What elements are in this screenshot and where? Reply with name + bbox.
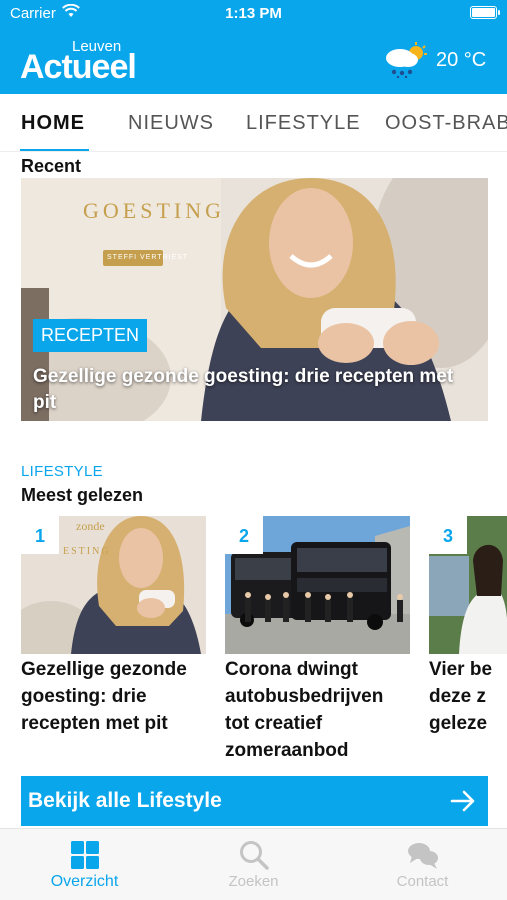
svg-text:ESTING: ESTING (63, 546, 111, 557)
category-badge: RECEPTEN (33, 319, 148, 352)
article-thumbnail: 2 (225, 516, 410, 654)
article-card[interactable]: 2 Corona dwingt autobusbedrijven tot cre… (225, 516, 410, 764)
view-all-lifestyle-button[interactable]: Bekijk alle Lifestyle (21, 776, 488, 826)
tab-home[interactable]: HOME (21, 112, 85, 135)
logo-brand: Actueel (20, 48, 137, 86)
cta-label: Bekijk alle Lifestyle (28, 789, 222, 812)
recent-heading: Recent (21, 156, 82, 176)
nav-zoeken[interactable]: Zoeken (169, 829, 338, 900)
category-tabs: HOME NIEUWS LIFESTYLE OOST-BRABANT (0, 94, 507, 152)
article-card[interactable]: zonde ESTING 1 Gezellige gezonde goestin… (21, 516, 206, 737)
battery-icon (470, 6, 500, 19)
rank-badge: 2 (225, 516, 263, 554)
bottom-tab-bar: Overzicht Zoeken Contact (0, 828, 507, 900)
article-thumbnail: 3 (429, 516, 507, 654)
temperature: 20 °C (436, 49, 487, 71)
most-read-kicker: LIFESTYLE (21, 463, 103, 480)
article-title: Vier be deze z geleze (429, 659, 493, 734)
status-time: 1:13 PM (225, 5, 282, 22)
nav-label: Overzicht (50, 873, 119, 890)
article-title: Gezellige gezonde goesting: drie recepte… (21, 659, 187, 734)
hero-article[interactable]: GOESTING STEFFI VERTRIEST RECEPTEN Gezel… (21, 178, 488, 421)
active-tab-indicator (20, 149, 89, 151)
app-logo[interactable]: Leuven Actueel (20, 38, 160, 86)
chat-bubbles-icon (407, 839, 439, 871)
hero-image-text: GOESTING (83, 198, 225, 223)
cloud-sun-rain-icon (382, 42, 428, 83)
article-card[interactable]: 3 Vier be deze z geleze (429, 516, 507, 737)
hero-headline: Gezellige gezonde goesting: drie recepte… (33, 366, 454, 413)
article-thumbnail: zonde ESTING 1 (21, 516, 206, 654)
tab-oost-brabant[interactable]: OOST-BRABANT (385, 112, 507, 135)
status-bar: Carrier 1:13 PM (0, 0, 507, 28)
app-header: Carrier 1:13 PM Leuven Actueel 20 °C (0, 0, 507, 94)
rank-badge: 3 (429, 516, 467, 554)
search-icon (238, 839, 270, 871)
rank-badge: 1 (21, 516, 59, 554)
nav-overzicht[interactable]: Overzicht (0, 829, 169, 900)
nav-label: Contact (396, 873, 449, 890)
tab-nieuws[interactable]: NIEUWS (128, 112, 214, 135)
arrow-right-icon (450, 788, 476, 819)
article-title: Corona dwingt autobusbedrijven tot creat… (225, 659, 384, 761)
svg-text:zonde: zonde (76, 519, 105, 533)
most-read-heading: Meest gelezen (21, 485, 144, 505)
tab-lifestyle[interactable]: LIFESTYLE (246, 112, 361, 135)
nav-contact[interactable]: Contact (338, 829, 507, 900)
hero-image-subtext: STEFFI VERTRIEST (107, 254, 189, 261)
nav-label: Zoeken (228, 873, 279, 890)
grid-icon (69, 839, 101, 871)
